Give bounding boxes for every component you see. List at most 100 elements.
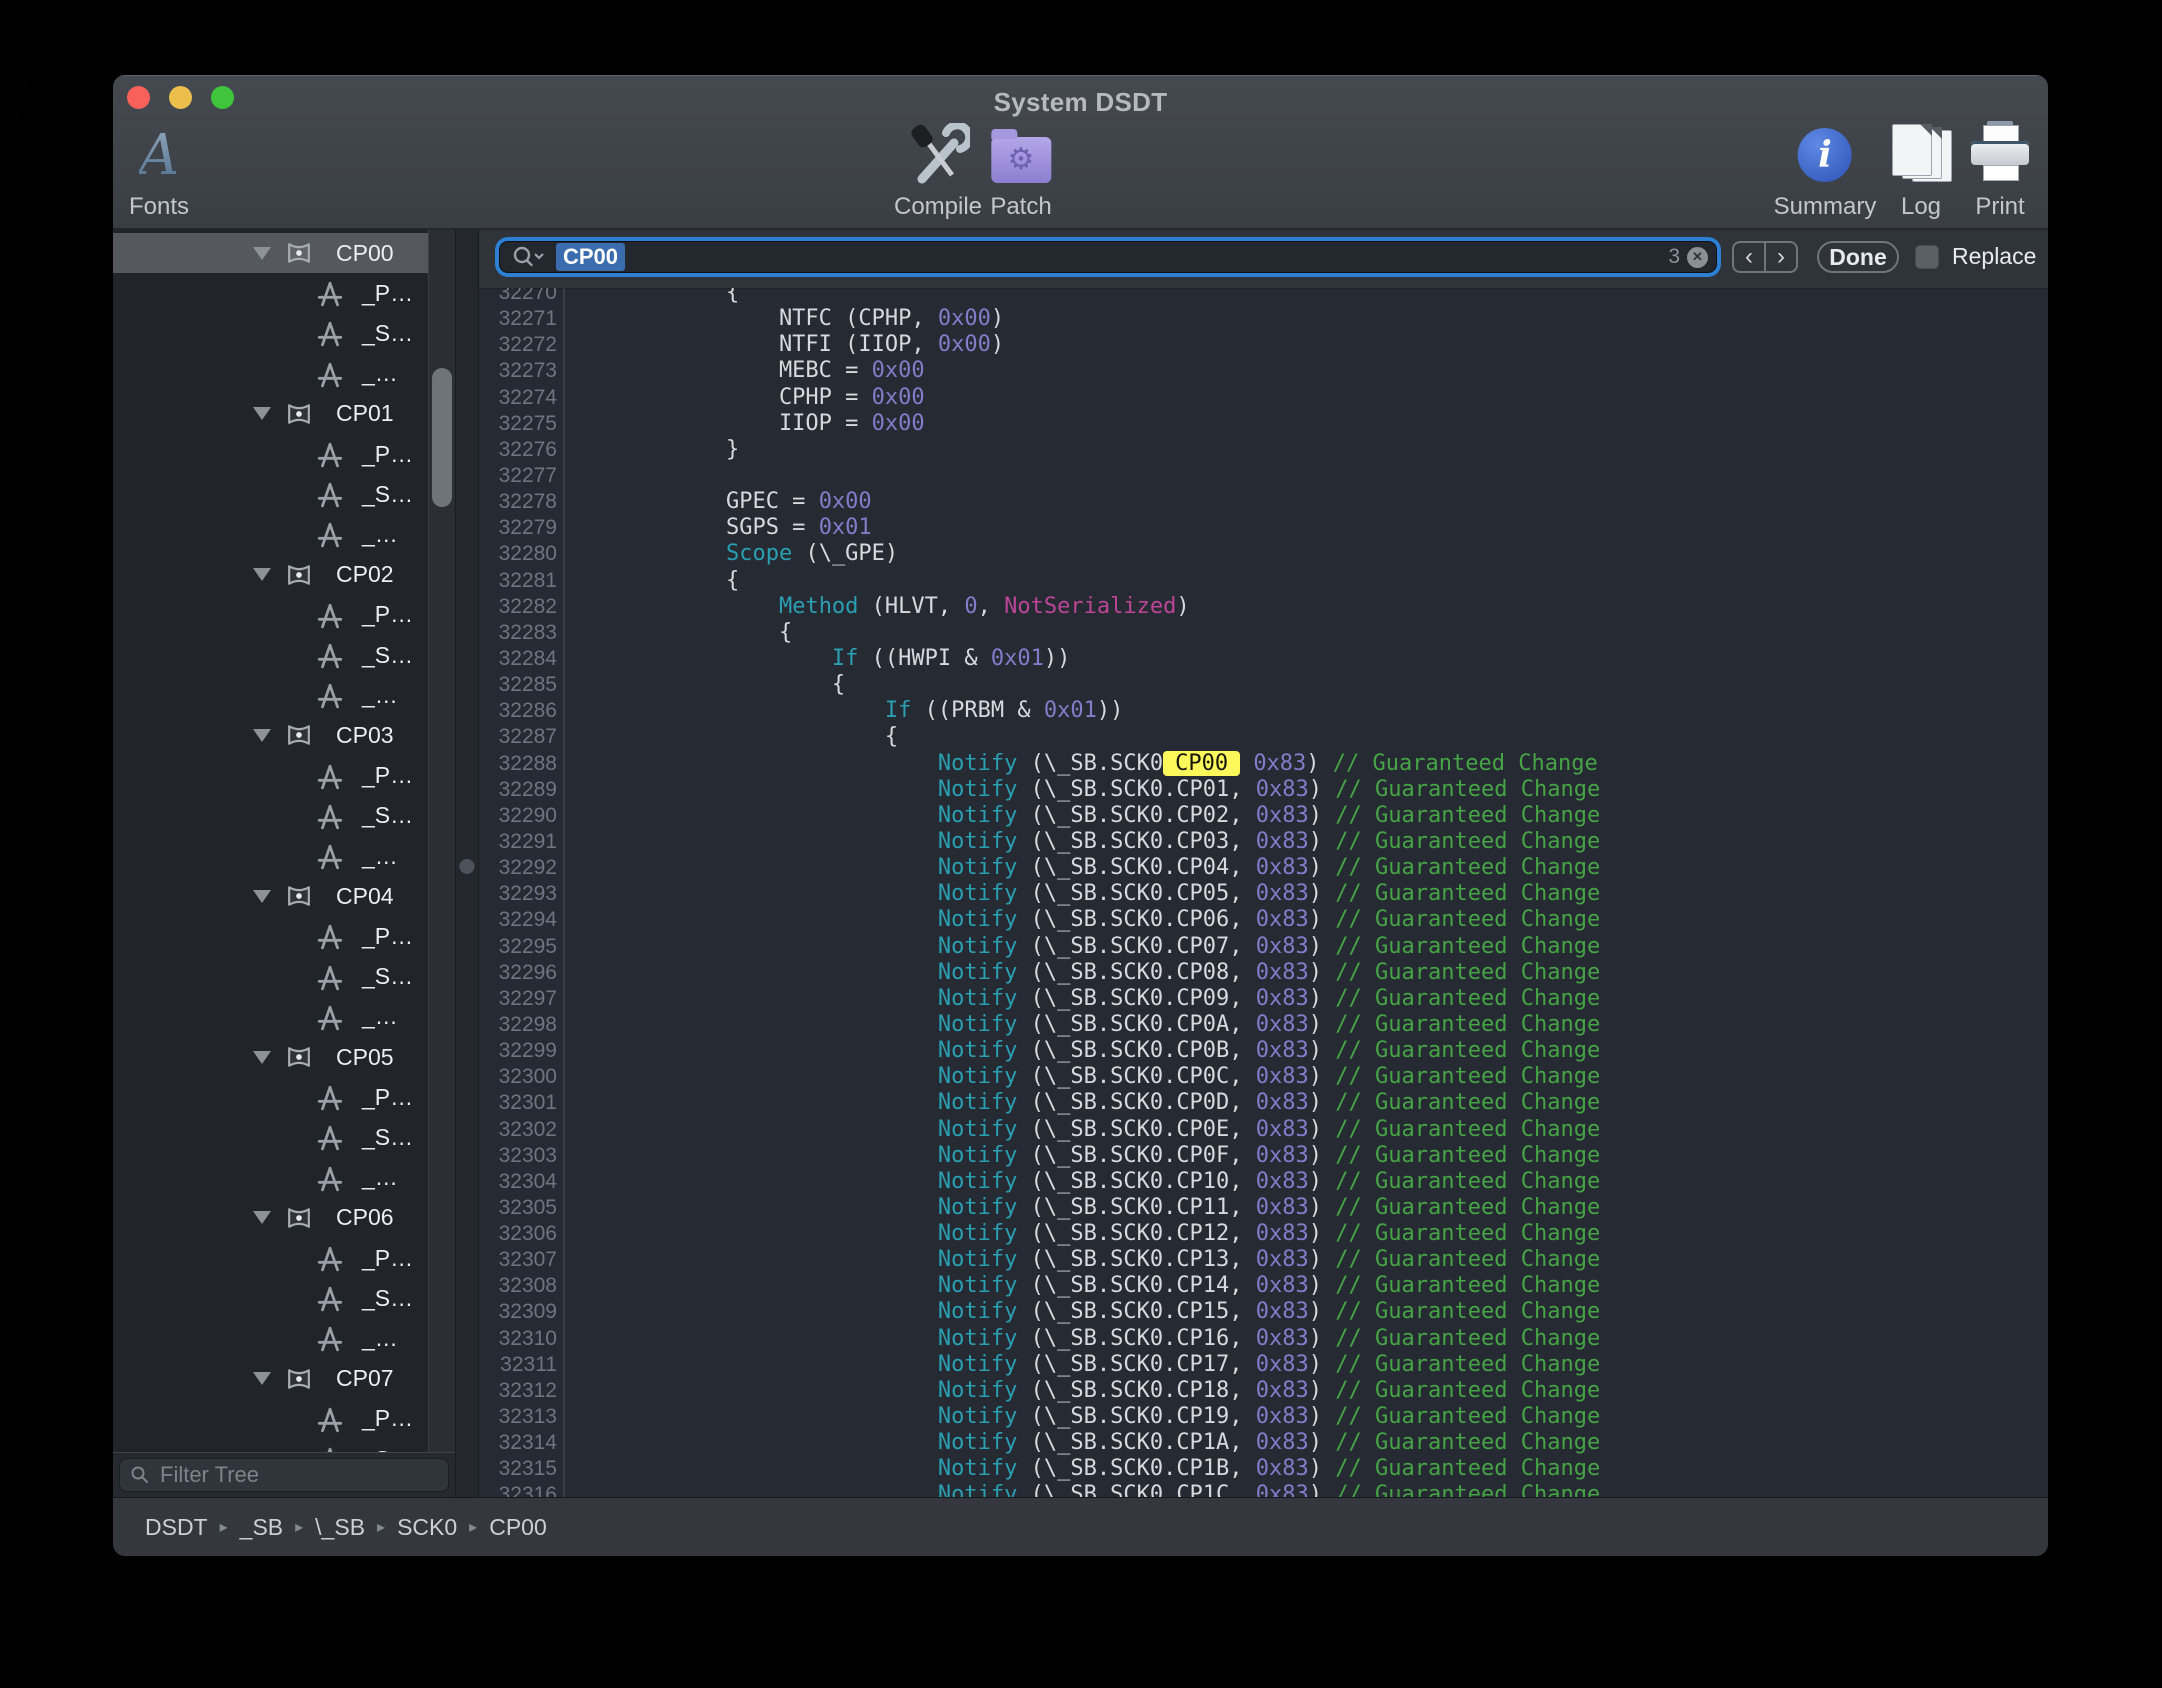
- tree-row-[interactable]: _…: [113, 1158, 428, 1198]
- tree-row-cp03[interactable]: CP03: [113, 715, 428, 755]
- code-line: 32283 {: [479, 620, 2048, 646]
- tree-row-cp00[interactable]: CP00: [113, 233, 428, 273]
- disclosure-triangle-icon[interactable]: [253, 407, 271, 420]
- patch-button[interactable]: ⚙ Patch: [990, 123, 1051, 221]
- breadcrumb-item[interactable]: SCK0: [397, 1514, 457, 1541]
- method-a-icon: [316, 319, 344, 347]
- search-input[interactable]: CP00 3 ✕: [499, 241, 1717, 273]
- dsdt-tree[interactable]: CP00_P…_S…_…CP01_P…_S…_…CP02_P…_S…_…CP03…: [113, 230, 428, 1452]
- tree-row-[interactable]: _…: [113, 514, 428, 554]
- scope-icon: [285, 1367, 313, 1391]
- method-a-icon: [316, 1083, 344, 1111]
- print-button[interactable]: Print: [1971, 123, 2029, 221]
- disclosure-triangle-icon[interactable]: [253, 729, 271, 742]
- tree-row-s[interactable]: _S…: [113, 635, 428, 675]
- method-a-icon: [316, 520, 344, 548]
- tree-row-s[interactable]: _S…: [113, 1439, 428, 1452]
- tree-row-cp07[interactable]: CP07: [113, 1359, 428, 1399]
- log-button[interactable]: Log: [1890, 123, 1952, 221]
- code-line: 32280 Scope (\_GPE): [479, 541, 2048, 567]
- tree-row-label: _S…: [362, 963, 413, 990]
- code-line: 32281 {: [479, 568, 2048, 594]
- tree-row-s[interactable]: _S…: [113, 313, 428, 353]
- code-line: 32302 Notify (\_SB.SCK0.CP0E, 0x83) // G…: [479, 1117, 2048, 1143]
- line-number: 32293: [479, 881, 565, 907]
- disclosure-triangle-icon[interactable]: [253, 568, 271, 581]
- tree-row-s[interactable]: _S…: [113, 474, 428, 514]
- summary-button[interactable]: i Summary: [1774, 123, 1877, 221]
- tree-row-s[interactable]: _S…: [113, 1278, 428, 1318]
- code-line: 32286 If ((PRBM & 0x01)): [479, 698, 2048, 724]
- tree-row-p[interactable]: _P…: [113, 434, 428, 474]
- tree-row-cp01[interactable]: CP01: [113, 394, 428, 434]
- tree-row-label: _…: [362, 360, 398, 387]
- tree-row-p[interactable]: _P…: [113, 1238, 428, 1278]
- tree-row-label: _S…: [362, 1124, 413, 1151]
- compile-icon: [894, 123, 982, 187]
- tree-row-s[interactable]: _S…: [113, 1117, 428, 1157]
- tree-row-[interactable]: _…: [113, 836, 428, 876]
- line-number: 32316: [479, 1482, 565, 1497]
- tree-row-[interactable]: _…: [113, 997, 428, 1037]
- search-menu-icon[interactable]: [512, 245, 544, 269]
- done-button[interactable]: Done: [1817, 241, 1899, 273]
- tree-row-p[interactable]: _P…: [113, 916, 428, 956]
- filter-tree-input[interactable]: Filter Tree: [119, 1458, 449, 1492]
- code-line: 32274 CPHP = 0x00: [479, 385, 2048, 411]
- find-next-button[interactable]: ›: [1766, 243, 1796, 271]
- tree-row-cp06[interactable]: CP06: [113, 1198, 428, 1238]
- disclosure-triangle-icon[interactable]: [253, 247, 271, 260]
- tree-row-label: CP06: [336, 1204, 394, 1231]
- tree-row-label: CP07: [336, 1365, 394, 1392]
- find-nav-segment: ‹ ›: [1732, 241, 1798, 273]
- tree-row-label: CP04: [336, 883, 394, 910]
- disclosure-triangle-icon[interactable]: [253, 1211, 271, 1224]
- code-editor[interactable]: 32270 {32271 NTFC (CPHP, 0x00)32272 NTFI…: [479, 288, 2048, 1497]
- find-previous-button[interactable]: ‹: [1734, 243, 1766, 271]
- tree-row-p[interactable]: _P…: [113, 1399, 428, 1439]
- disclosure-triangle-icon[interactable]: [253, 1372, 271, 1385]
- breadcrumb-item[interactable]: CP00: [489, 1514, 547, 1541]
- replace-label: Replace: [1952, 243, 2036, 270]
- tree-row-label: _P…: [362, 923, 413, 950]
- tree-row-[interactable]: _…: [113, 1318, 428, 1358]
- method-a-icon: [316, 360, 344, 388]
- breadcrumb-item[interactable]: \_SB: [315, 1514, 365, 1541]
- replace-checkbox[interactable]: [1915, 245, 1939, 269]
- tree-row-[interactable]: _…: [113, 675, 428, 715]
- fonts-button[interactable]: A Fonts: [129, 123, 189, 221]
- breadcrumb-item[interactable]: DSDT: [145, 1514, 208, 1541]
- line-number: 32291: [479, 829, 565, 855]
- tree-row-s[interactable]: _S…: [113, 957, 428, 997]
- splitter-handle-icon[interactable]: [460, 859, 475, 874]
- tree-row-p[interactable]: _P…: [113, 273, 428, 313]
- code-line: 32312 Notify (\_SB.SCK0.CP18, 0x83) // G…: [479, 1378, 2048, 1404]
- code-line: 32311 Notify (\_SB.SCK0.CP17, 0x83) // G…: [479, 1352, 2048, 1378]
- tree-row-label: _S…: [362, 481, 413, 508]
- sidebar-scrollbar[interactable]: [428, 230, 456, 1452]
- line-number: 32304: [479, 1169, 565, 1195]
- pane-splitter[interactable]: [455, 230, 479, 1497]
- tree-row-p[interactable]: _P…: [113, 1077, 428, 1117]
- tree-row-cp04[interactable]: CP04: [113, 876, 428, 916]
- line-number: 32307: [479, 1247, 565, 1273]
- disclosure-triangle-icon[interactable]: [253, 1051, 271, 1064]
- tree-row-p[interactable]: _P…: [113, 756, 428, 796]
- breadcrumb-item[interactable]: _SB: [240, 1514, 283, 1541]
- disclosure-triangle-icon[interactable]: [253, 890, 271, 903]
- compile-button[interactable]: Compile: [894, 123, 982, 221]
- line-number: 32296: [479, 960, 565, 986]
- scope-icon: [285, 1206, 313, 1230]
- tree-row-s[interactable]: _S…: [113, 796, 428, 836]
- tree-row-p[interactable]: _P…: [113, 595, 428, 635]
- code-line: 32299 Notify (\_SB.SCK0.CP0B, 0x83) // G…: [479, 1038, 2048, 1064]
- line-number: 32297: [479, 986, 565, 1012]
- tree-row-[interactable]: _…: [113, 354, 428, 394]
- tree-row-cp05[interactable]: CP05: [113, 1037, 428, 1077]
- tree-row-label: _S…: [362, 1285, 413, 1312]
- line-number: 32311: [479, 1352, 565, 1378]
- tree-row-cp02[interactable]: CP02: [113, 555, 428, 595]
- method-a-icon: [316, 802, 344, 830]
- clear-search-icon[interactable]: ✕: [1687, 247, 1708, 268]
- sidebar-scrollbar-thumb[interactable]: [432, 368, 452, 507]
